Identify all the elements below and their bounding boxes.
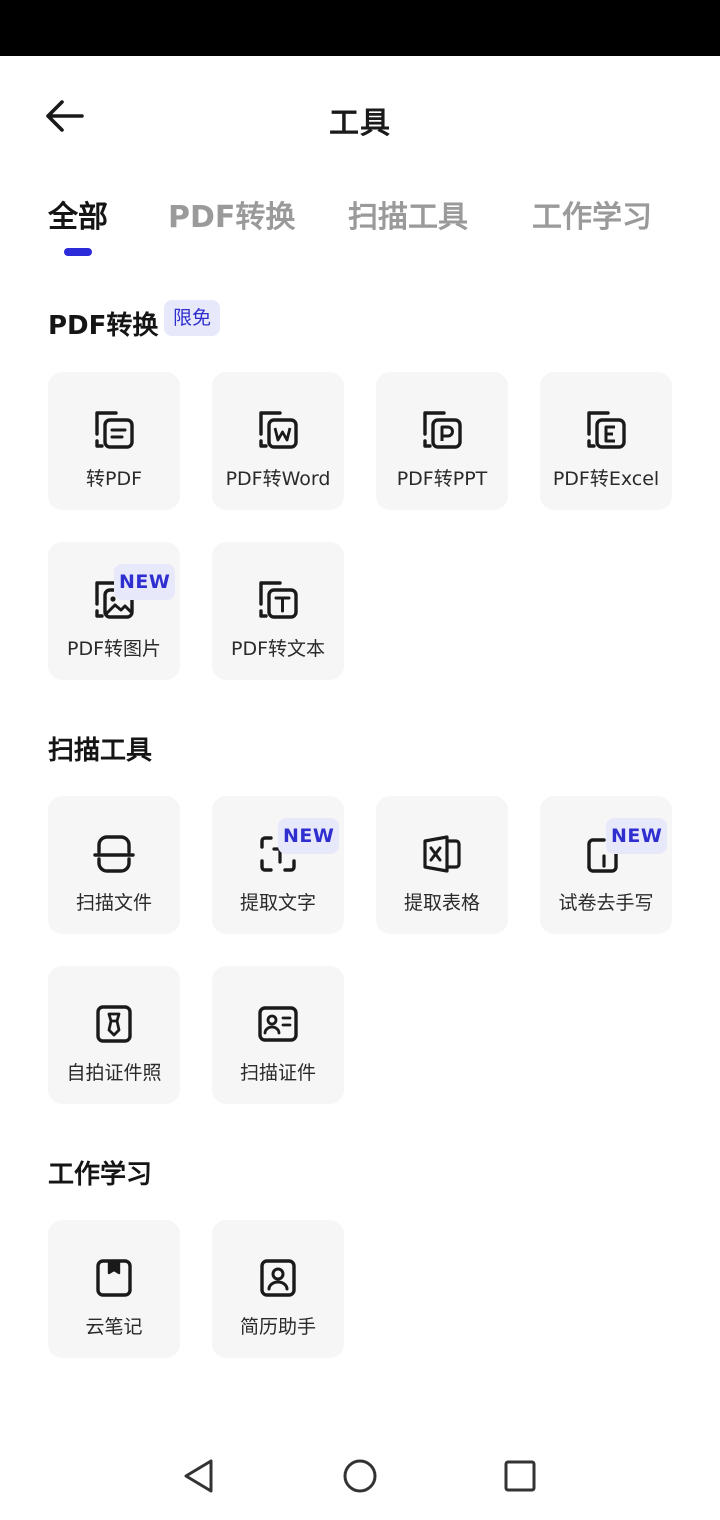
tool-label: 简历助手 <box>239 1316 316 1338</box>
tool-remove-handwriting[interactable]: NEW 试卷去手写 <box>540 796 672 934</box>
section-title-scan-tools: 扫描工具 <box>48 736 153 766</box>
tool-extract-table[interactable]: 提取表格 <box>376 796 508 934</box>
tab-all[interactable]: 全部 <box>48 192 108 236</box>
system-nav-bar <box>0 1440 720 1520</box>
category-tabs: 全部 PDF转换 扫描工具 工作学习 <box>0 192 720 262</box>
tab-pdf-convert[interactable]: PDF转换 <box>168 192 295 236</box>
tab-work-study[interactable]: 工作学习 <box>532 192 652 236</box>
tool-label: PDF转图片 <box>66 638 162 660</box>
tool-convert-to-pdf[interactable]: 转PDF <box>48 372 180 510</box>
tool-label: 扫描证件 <box>239 1062 316 1084</box>
scan-id-card-icon <box>258 1006 298 1042</box>
cloud-note-icon <box>96 1259 132 1297</box>
tool-pdf-to-excel[interactable]: PDF转Excel <box>540 372 672 510</box>
pdf-to-excel-icon <box>587 411 626 449</box>
tool-resume-assistant[interactable]: 简历助手 <box>212 1220 344 1358</box>
tool-label: 提取表格 <box>403 892 480 914</box>
pdf-to-text-icon <box>259 581 298 619</box>
scan-document-icon <box>93 835 135 873</box>
pdf-to-ppt-icon <box>423 411 462 449</box>
tool-scan-document[interactable]: 扫描文件 <box>48 796 180 934</box>
tool-label: PDF转PPT <box>396 468 488 490</box>
resume-assistant-icon <box>260 1259 296 1297</box>
convert-to-pdf-icon <box>95 411 134 449</box>
triangle-back-icon[interactable] <box>180 1456 220 1496</box>
section-title-work-study: 工作学习 <box>48 1160 153 1190</box>
tool-pdf-to-ppt[interactable]: PDF转PPT <box>376 372 508 510</box>
tool-label: PDF转Excel <box>552 468 660 490</box>
tool-label: 自拍证件照 <box>66 1062 162 1084</box>
tool-label: 试卷去手写 <box>558 892 654 914</box>
pdf-to-word-icon <box>259 411 298 449</box>
tool-extract-text[interactable]: NEW 提取文字 <box>212 796 344 934</box>
tool-label: 云笔记 <box>85 1316 143 1338</box>
active-tab-indicator <box>64 248 92 256</box>
tool-label: PDF转Word <box>225 468 331 490</box>
tool-scan-id-card[interactable]: 扫描证件 <box>212 966 344 1104</box>
status-bar <box>0 0 720 56</box>
tool-pdf-to-text[interactable]: PDF转文本 <box>212 542 344 680</box>
tool-pdf-to-word[interactable]: PDF转Word <box>212 372 344 510</box>
extract-table-icon <box>423 835 461 873</box>
tool-label: 扫描文件 <box>75 892 152 914</box>
tool-cloud-note[interactable]: 云笔记 <box>48 1220 180 1358</box>
free-badge: 限免 <box>164 300 221 336</box>
new-badge: NEW <box>606 818 668 854</box>
tool-label: 转PDF <box>85 468 143 490</box>
square-recents-icon[interactable] <box>500 1456 540 1496</box>
tool-id-photo[interactable]: 自拍证件照 <box>48 966 180 1104</box>
tool-pdf-to-image[interactable]: NEW PDF转图片 <box>48 542 180 680</box>
tool-label: 提取文字 <box>239 892 316 914</box>
id-photo-icon <box>96 1005 132 1043</box>
circle-home-icon[interactable] <box>340 1456 380 1496</box>
new-badge: NEW <box>278 818 340 854</box>
section-title-pdf-convert: PDF转换 <box>48 311 159 341</box>
tool-label: PDF转文本 <box>230 638 326 660</box>
app-bar: 工具 <box>0 56 720 176</box>
new-badge: NEW <box>114 564 176 600</box>
tab-scan-tools[interactable]: 扫描工具 <box>348 192 468 236</box>
page-title: 工具 <box>329 106 391 141</box>
